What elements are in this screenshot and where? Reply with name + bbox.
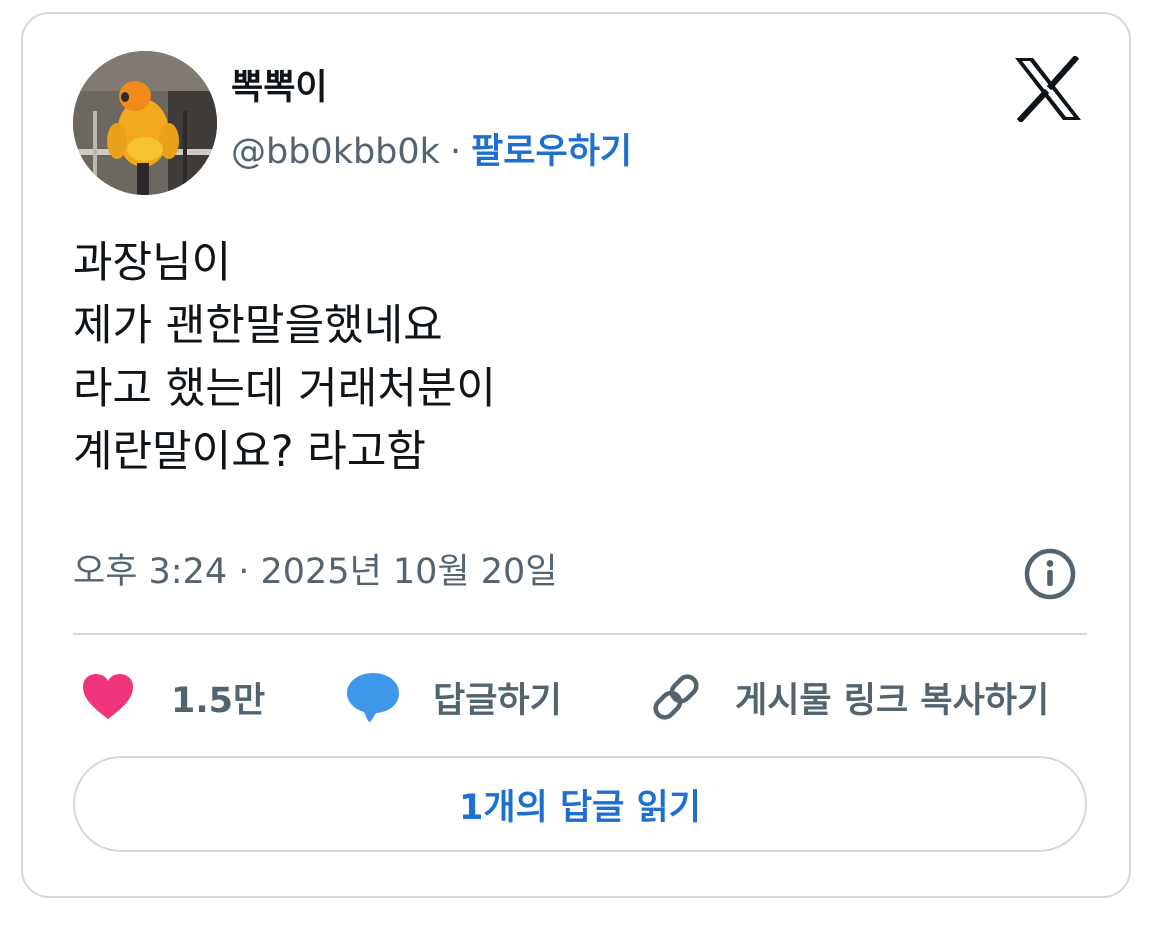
- tweet-timestamp[interactable]: 오후 3:24 · 2025년 10월 20일: [73, 548, 558, 596]
- tweet-text-line: 제가 괜한말을했네요: [73, 301, 443, 351]
- author-display-name[interactable]: 뽁뽁이: [231, 66, 328, 110]
- tweet-embed-card: 뽁뽁이 @bb0kbb0k · 팔로우하기 과장님이 제가 괜한말을했네요 라고 했…: [21, 12, 1131, 898]
- reply-label: 답글하기: [433, 680, 562, 721]
- copy-link-label: 게시물 링크 복사하기: [735, 680, 1050, 721]
- reply-button[interactable]: 답글하기: [345, 670, 562, 724]
- tweet-text-line: 과장님이: [73, 238, 232, 288]
- speech-bubble-icon: [347, 673, 399, 722]
- tweet-text-line: 계란말이요? 라고함: [73, 427, 426, 477]
- avatar[interactable]: [73, 51, 217, 195]
- copy-link-button[interactable]: 게시물 링크 복사하기: [649, 670, 1049, 724]
- divider: [73, 633, 1087, 635]
- heart-icon: [83, 674, 133, 719]
- tweet-text: 과장님이 제가 괜한말을했네요 라고 했는데 거래처분이 계란말이요? 라고함: [73, 232, 1073, 484]
- author-handle-row: @bb0kbb0k · 팔로우하기: [231, 129, 632, 175]
- read-replies-label: 1개의 답글 읽기: [459, 787, 701, 828]
- read-replies-button[interactable]: 1개의 답글 읽기: [73, 756, 1087, 852]
- x-logo-icon[interactable]: [1013, 56, 1083, 122]
- tweet-text-line: 라고 했는데 거래처분이: [73, 364, 496, 414]
- separator-dot: ·: [449, 132, 462, 172]
- parrot-avatar-image: [73, 51, 217, 195]
- like-count: 1.5만: [171, 680, 266, 721]
- author-handle[interactable]: @bb0kbb0k: [231, 132, 440, 172]
- like-button[interactable]: 1.5만: [81, 670, 265, 724]
- info-icon[interactable]: [1023, 547, 1077, 601]
- follow-link[interactable]: 팔로우하기: [471, 132, 632, 172]
- link-icon: [653, 674, 699, 720]
